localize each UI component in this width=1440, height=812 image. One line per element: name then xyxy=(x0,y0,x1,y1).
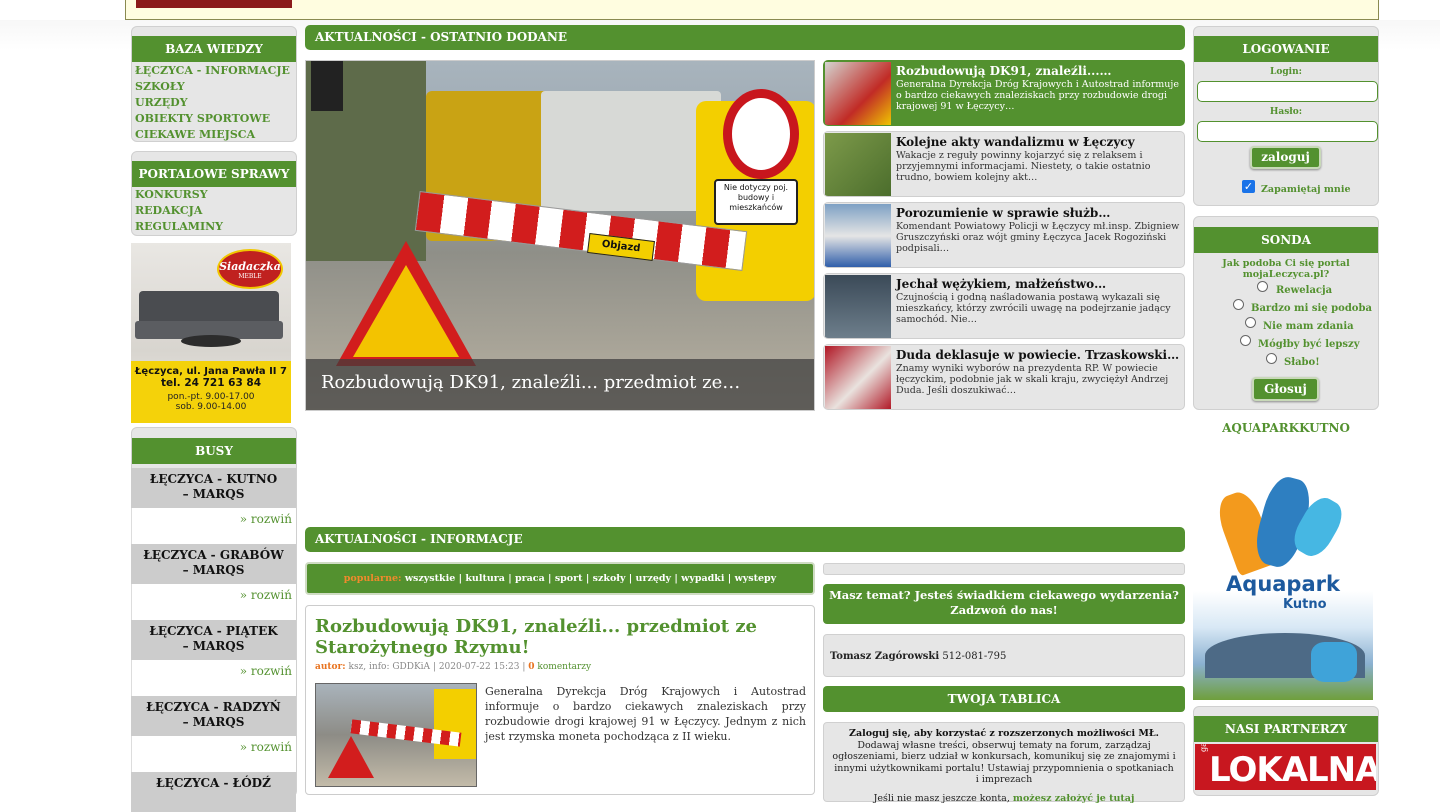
article-img-van xyxy=(434,689,476,759)
news-item[interactable]: Duda deklasuje w powiecie. Trzaskowski… … xyxy=(823,344,1185,410)
poll-option-radio[interactable] xyxy=(1257,281,1268,292)
tablica-title: TWOJA TABLICA xyxy=(823,686,1185,712)
bus-route[interactable]: ŁĘCZYCA - PIĄTEK – MARQS» rozwiń xyxy=(131,620,296,696)
password-input[interactable] xyxy=(1197,121,1378,142)
latest-news-title: AKTUALNOŚCI - OSTATNIO DODANE xyxy=(305,25,1185,50)
article-meta: autor: ksz, info: GDDKiA | 2020-07-22 15… xyxy=(315,662,592,672)
news-thumb xyxy=(825,204,891,267)
news-item[interactable]: Rozbudowują DK91, znaleźli...… Generalna… xyxy=(823,60,1185,126)
expand-link[interactable]: » rozwiń xyxy=(131,584,296,620)
nav-ciekawe-miejsca[interactable]: CIEKAWE MIEJSCA xyxy=(135,127,290,143)
nav-obiekty-sportowe[interactable]: OBIEKTY SPORTOWE xyxy=(135,111,290,127)
nav-redakcja[interactable]: REDAKCJA xyxy=(135,203,223,219)
bus-route[interactable]: ŁĘCZYCA - KUTNO – MARQS» rozwiń xyxy=(131,468,296,544)
login-input[interactable] xyxy=(1197,81,1378,102)
aquapark-logo-subtext: Kutno xyxy=(1283,597,1327,612)
login-label: Login: xyxy=(1270,67,1302,77)
ad-yellow-panel: Łęczyca, ul. Jana Pawła II 7 tel. 24 721… xyxy=(131,361,291,423)
tag-link[interactable]: szkoły xyxy=(593,573,626,584)
register-link[interactable]: możesz założyć je tutaj xyxy=(1013,793,1135,804)
tag-link[interactable]: praca xyxy=(515,573,545,584)
portalowe-sprawy-box: PORTALOWE SPRAWY KONKURSY REDAKCJA REGUL… xyxy=(131,151,297,236)
news-item[interactable]: Porozumienie w sprawie służb… Komendant … xyxy=(823,202,1185,268)
tip-off-phone[interactable]: 512-081-795 xyxy=(942,651,1006,662)
aquapark-slide xyxy=(1311,642,1357,682)
remember-checkbox[interactable]: ✓ xyxy=(1242,180,1255,193)
no-entry-sign-icon xyxy=(723,89,799,179)
busy-title: BUSY xyxy=(132,438,296,464)
aquapark-logo-icon xyxy=(1212,472,1349,577)
vote-button[interactable]: Głosuj xyxy=(1252,377,1319,401)
tip-off-box-top xyxy=(823,563,1185,575)
top-banner xyxy=(125,0,1379,20)
tag-link[interactable]: wszystkie xyxy=(405,573,455,584)
bus-route[interactable]: ŁĘCZYCA - RADZYŃ – MARQS» rozwiń xyxy=(131,696,296,772)
nav-regulaminy[interactable]: REGULAMINY xyxy=(135,219,223,235)
login-button[interactable]: zaloguj xyxy=(1250,146,1321,169)
password-label: Hasło: xyxy=(1269,107,1303,117)
nav-szkoly[interactable]: SZKOŁY xyxy=(135,79,290,95)
tags-label: popularne: xyxy=(343,573,402,584)
hero-truck xyxy=(541,91,721,211)
article-image[interactable] xyxy=(315,683,477,787)
expand-link[interactable]: » rozwiń xyxy=(131,508,296,544)
nav-urzedy[interactable]: URZĘDY xyxy=(135,95,290,111)
hero-caption[interactable]: Rozbudowują DK91, znaleźli... przedmiot … xyxy=(321,372,740,393)
login-box: LOGOWANIE Login: Hasło: xyxy=(1193,26,1379,206)
partners-title: NASI PARTNERZY xyxy=(1194,716,1378,742)
remember-label: Zapamiętaj mnie xyxy=(1261,184,1351,195)
tip-off-title: Masz temat? Jesteś świadkiem ciekawego w… xyxy=(823,584,1185,624)
top-banner-ad[interactable] xyxy=(136,0,292,8)
poll-question: Jak podoba Ci się portal mojaLeczyca.pl? xyxy=(1222,258,1350,280)
hero-info-sign: Nie dotyczy poj. budowy i mieszkańców xyxy=(714,179,798,225)
portalowe-sprawy-list: KONKURSY REDAKCJA REGULAMINY xyxy=(135,187,223,235)
baza-wiedzy-box: BAZA WIEDZY ŁĘCZYCA - INFORMACJE SZKOŁY … xyxy=(131,26,297,142)
poll-title: SONDA xyxy=(1194,227,1378,253)
news-thumb xyxy=(825,133,891,196)
tag-link[interactable]: kultura xyxy=(465,573,505,584)
partner-logo[interactable]: gazeta LOKALNA xyxy=(1195,744,1376,790)
roadwork-warning-inner xyxy=(353,265,459,357)
article-title[interactable]: Rozbudowują DK91, znaleźli... przedmiot … xyxy=(315,616,795,658)
news-item[interactable]: Jechał wężykiem, małżeństwo… Czujnością … xyxy=(823,273,1185,339)
poll-option-radio[interactable] xyxy=(1240,335,1251,346)
article-card: Rozbudowują DK91, znaleźli... przedmiot … xyxy=(305,605,815,795)
ad-logo: Siadaczka MEBLE xyxy=(217,249,283,289)
nav-konkursy[interactable]: KONKURSY xyxy=(135,187,223,203)
news-thumb xyxy=(825,62,891,125)
aquapark-ad[interactable]: Aquapark Kutno xyxy=(1193,458,1373,700)
tags-bar: popularne: wszystkie | kultura | praca |… xyxy=(305,562,815,595)
ad-table xyxy=(181,335,241,347)
news-thumb xyxy=(825,275,891,338)
aquapark-logo-text: Aquapark xyxy=(1226,572,1340,596)
article-img-warning-icon xyxy=(328,736,374,778)
expand-link[interactable]: » rozwiń xyxy=(131,736,296,772)
furniture-ad[interactable]: Siadaczka MEBLE Łęczyca, ul. Jana Pawła … xyxy=(131,243,291,423)
baza-wiedzy-list: ŁĘCZYCA - INFORMACJE SZKOŁY URZĘDY OBIEK… xyxy=(135,63,290,143)
tag-link[interactable]: urzędy xyxy=(636,573,672,584)
news-item[interactable]: Kolejne akty wandalizmu w Łęczycy Wakacj… xyxy=(823,131,1185,197)
hero-image[interactable]: Nie dotyczy poj. budowy i mieszkańców Ob… xyxy=(305,60,815,411)
hero-sign-pole xyxy=(311,61,343,111)
login-title: LOGOWANIE xyxy=(1194,36,1378,62)
poll-option-radio[interactable] xyxy=(1245,317,1256,328)
tag-link[interactable]: sport xyxy=(555,573,583,584)
poll-option-radio[interactable] xyxy=(1266,353,1277,364)
news-thumb xyxy=(825,346,891,409)
tablica-box: Zaloguj się, aby korzystać z rozszerzony… xyxy=(823,722,1185,804)
bus-route[interactable]: ŁĘCZYCA - GRABÓW – MARQS» rozwiń xyxy=(131,544,296,620)
tag-link[interactable]: wystepy xyxy=(735,573,777,584)
comments-link[interactable]: komentarzy xyxy=(537,662,591,672)
poll-option-radio[interactable] xyxy=(1233,299,1244,310)
info-news-title: AKTUALNOŚCI - INFORMACJE xyxy=(305,527,1185,552)
expand-link[interactable]: » rozwiń xyxy=(131,660,296,696)
aquapark-title[interactable]: AQUAPARKKUTNO xyxy=(1193,421,1379,435)
tag-link[interactable]: wypadki xyxy=(681,573,724,584)
nav-leczyca-informacje[interactable]: ŁĘCZYCA - INFORMACJE xyxy=(135,63,290,79)
article-body: Generalna Dyrekcja Dróg Krajowych i Auto… xyxy=(485,685,806,743)
bus-route[interactable]: ŁĘCZYCA - ŁÓDŹ xyxy=(131,772,296,812)
tip-off-contact: Tomasz Zagórowski 512-081-795 xyxy=(823,634,1185,677)
baza-wiedzy-title: BAZA WIEDZY xyxy=(132,36,296,62)
portalowe-sprawy-title: PORTALOWE SPRAWY xyxy=(132,161,296,187)
